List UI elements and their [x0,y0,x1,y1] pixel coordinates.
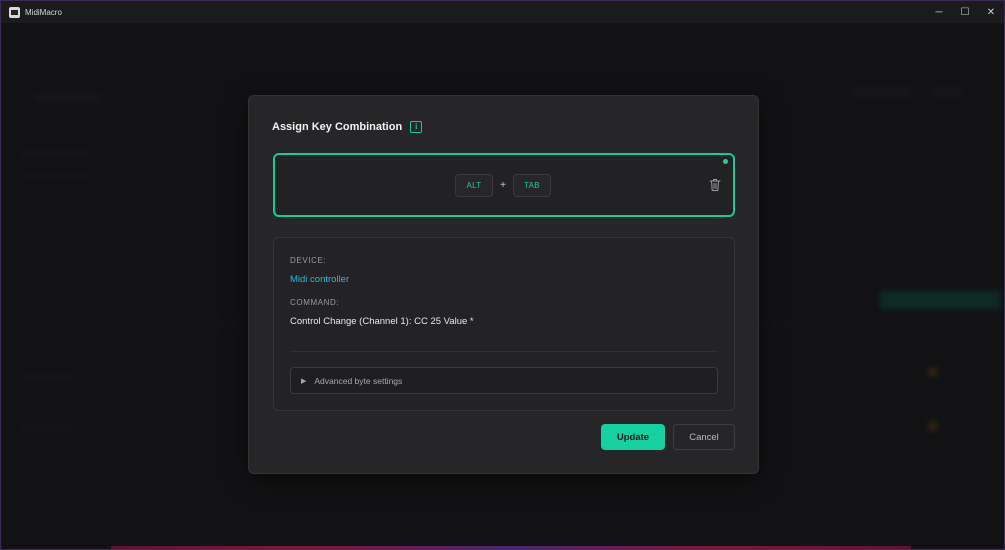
key-combination-box[interactable]: ALT + TAB [273,153,735,217]
trash-icon[interactable] [709,178,721,192]
update-button[interactable]: Update [601,424,665,450]
dialog-title: Assign Key Combination [272,121,403,133]
key-list: ALT + TAB [455,174,551,197]
command-value: Control Change (Channel 1): CC 25 Value … [290,316,474,327]
info-icon[interactable]: i [410,121,423,133]
key-chip-alt: ALT [455,174,493,197]
app-window: MidiMacro ─ ☐ ✕ Assign Key Combination i [0,0,1005,550]
app-icon [9,6,20,18]
window-controls: ─ ☐ ✕ [926,1,1004,23]
advanced-settings-toggle[interactable]: ▶ Advanced byte settings [290,367,718,394]
cancel-button[interactable]: Cancel [673,424,735,450]
mapping-info-panel: DEVICE: Midi controller COMMAND: Control… [273,237,735,411]
command-label: COMMAND: [290,298,340,307]
advanced-settings-label: Advanced byte settings [314,375,403,386]
divider [290,351,718,352]
assign-key-dialog: Assign Key Combination i ALT + TAB DEVIC… [248,95,759,474]
title-bar: MidiMacro ─ ☐ ✕ [1,1,1004,23]
triangle-right-icon: ▶ [301,377,307,385]
key-separator: + [500,180,506,191]
device-value[interactable]: Midi controller [290,274,349,285]
bottom-glow [111,546,911,549]
key-chip-tab: TAB [513,174,551,197]
device-label: DEVICE: [290,256,327,265]
minimize-button[interactable]: ─ [926,1,952,23]
window-title: MidiMacro [25,7,62,17]
dialog-header: Assign Key Combination i [272,121,423,133]
status-dot [723,159,728,164]
maximize-button[interactable]: ☐ [952,1,978,23]
close-button[interactable]: ✕ [978,1,1004,23]
